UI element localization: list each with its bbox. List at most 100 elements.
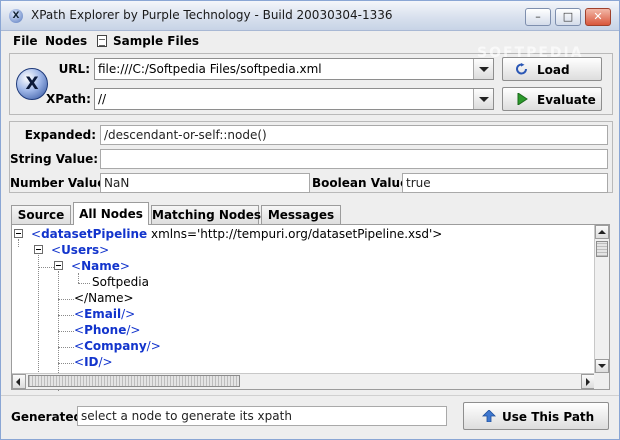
load-label: Load — [537, 63, 570, 77]
reload-icon — [516, 63, 527, 75]
tab-messages[interactable]: Messages — [261, 205, 341, 224]
maximize-button[interactable]: □ — [555, 8, 581, 26]
query-panel: X URL: file:///C:/Softpedia Files/softpe… — [9, 53, 613, 115]
app-window: X XPath Explorer by Purple Technology - … — [0, 0, 620, 440]
tree-node-dataset-pipeline[interactable]: <datasetPipeline xmlns='http://tempuri.o… — [14, 227, 442, 243]
tag-name: ID — [84, 355, 99, 369]
number-value-label: Number Value: — [10, 176, 111, 190]
evaluate-button[interactable]: Evaluate — [502, 87, 602, 111]
close-button[interactable]: ✕ — [585, 8, 611, 26]
tag-end: </Name> — [74, 291, 134, 305]
play-icon — [517, 93, 528, 105]
tab-matching-nodes[interactable]: Matching Nodes — [151, 205, 261, 224]
xpath-logo-icon: X — [16, 68, 48, 100]
tag-open-bracket: < — [74, 307, 85, 321]
title-bar[interactable]: X XPath Explorer by Purple Technology - … — [1, 1, 619, 31]
tab-source[interactable]: Source — [11, 205, 71, 224]
tree-node-name-end[interactable]: </Name> — [74, 291, 134, 307]
tag-close-bracket: /> — [121, 307, 136, 321]
up-arrow-icon — [482, 410, 496, 422]
vertical-scroll-thumb[interactable] — [596, 241, 608, 257]
menu-nodes[interactable]: Nodes — [45, 34, 87, 48]
use-this-path-label: Use This Path — [502, 410, 595, 424]
tag-close-bracket: > — [119, 259, 130, 273]
vertical-scrollbar[interactable] — [594, 225, 609, 373]
window-title: XPath Explorer by Purple Technology - Bu… — [31, 8, 393, 22]
scroll-down-arrow-icon[interactable] — [595, 359, 609, 373]
url-value: file:///C:/Softpedia Files/softpedia.xml — [98, 62, 322, 76]
xpath-combobox[interactable]: // — [94, 88, 494, 110]
tree-guide — [58, 331, 74, 332]
generated-value: select a node to generate its xpath — [81, 409, 292, 423]
boolean-value-field[interactable]: true — [402, 173, 608, 193]
tree-node-email[interactable]: <Email/> — [74, 307, 135, 323]
menu-sample-files[interactable]: Sample Files — [97, 34, 199, 48]
tag-close-bracket: /> — [146, 339, 161, 353]
horizontal-scroll-thumb[interactable] — [28, 375, 240, 387]
tree-guide — [58, 363, 74, 364]
tag-close-bracket: /> — [126, 323, 141, 337]
tree-node-users[interactable]: <Users> — [34, 243, 109, 259]
xpath-dropdown-arrow-icon[interactable] — [473, 89, 493, 109]
horizontal-scrollbar[interactable] — [12, 373, 595, 389]
url-label: URL: — [58, 62, 90, 76]
tag-name: Company — [84, 339, 147, 353]
menu-file[interactable]: File — [13, 34, 38, 48]
text-node-value: Softpedia — [92, 275, 149, 289]
scroll-left-arrow-icon[interactable] — [12, 374, 26, 389]
boolean-value: true — [406, 176, 431, 190]
softpedia-watermark: SOFTPEDIA — [477, 45, 584, 61]
xpath-value: // — [98, 92, 107, 106]
scroll-right-arrow-icon[interactable] — [581, 374, 595, 389]
results-panel: Expanded: /descendant-or-self::node() St… — [9, 121, 613, 193]
tree-node-text[interactable]: Softpedia — [92, 275, 149, 291]
tree-guide — [58, 347, 74, 348]
tag-close-bracket: > — [99, 243, 110, 257]
tag-close-bracket: /> — [98, 355, 113, 369]
document-icon — [97, 35, 107, 47]
string-value-label: String Value: — [10, 152, 99, 166]
tree-guide — [58, 299, 74, 300]
tag-open-bracket: < — [31, 227, 42, 241]
tag-name: Name — [81, 259, 120, 273]
tree-guide — [78, 283, 90, 284]
tag-open-bracket: < — [74, 323, 85, 337]
collapse-icon[interactable] — [54, 261, 63, 270]
tag-attribute: xmlns='http://tempuri.org/datasetPipelin… — [147, 227, 443, 241]
tag-name: Users — [61, 243, 100, 257]
string-value-field[interactable] — [100, 149, 608, 169]
tag-name: Email — [84, 307, 122, 321]
minimize-button[interactable]: – — [525, 8, 551, 26]
generated-field[interactable]: select a node to generate its xpath — [77, 406, 447, 426]
generated-label: Generated: — [11, 410, 87, 424]
tag-name: Phone — [84, 323, 127, 337]
tree-node-phone[interactable]: <Phone/> — [74, 323, 140, 339]
url-dropdown-arrow-icon[interactable] — [473, 59, 493, 79]
xpath-label: XPath: — [46, 92, 91, 106]
tag-name: datasetPipeline — [41, 227, 148, 241]
tag-open-bracket: < — [74, 339, 85, 353]
use-this-path-button[interactable]: Use This Path — [463, 402, 609, 430]
url-combobox[interactable]: file:///C:/Softpedia Files/softpedia.xml — [94, 58, 494, 80]
collapse-icon[interactable] — [14, 229, 23, 238]
expanded-field[interactable]: /descendant-or-self::node() — [100, 125, 608, 145]
expanded-value: /descendant-or-self::node() — [104, 128, 267, 142]
tree-guide — [58, 315, 74, 316]
tree-node-company[interactable]: <Company/> — [74, 339, 161, 355]
generated-bar: Generated: select a node to generate its… — [1, 395, 619, 439]
expanded-label: Expanded: — [24, 128, 96, 142]
scroll-up-arrow-icon[interactable] — [595, 225, 609, 239]
tree-node-id[interactable]: <ID/> — [74, 355, 113, 371]
scroll-corner — [594, 373, 609, 389]
number-value-field[interactable]: NaN — [100, 173, 310, 193]
app-icon: X — [9, 9, 23, 23]
tab-all-nodes[interactable]: All Nodes — [73, 202, 149, 225]
menu-sample-files-label: Sample Files — [113, 34, 199, 48]
node-tree[interactable]: <datasetPipeline xmlns='http://tempuri.o… — [11, 224, 610, 391]
number-value: NaN — [104, 176, 130, 190]
boolean-value-label: Boolean Value: — [312, 176, 414, 190]
evaluate-label: Evaluate — [537, 93, 596, 107]
tag-open-bracket: < — [74, 355, 85, 369]
tree-node-name[interactable]: <Name> — [54, 259, 130, 275]
collapse-icon[interactable] — [34, 245, 43, 254]
